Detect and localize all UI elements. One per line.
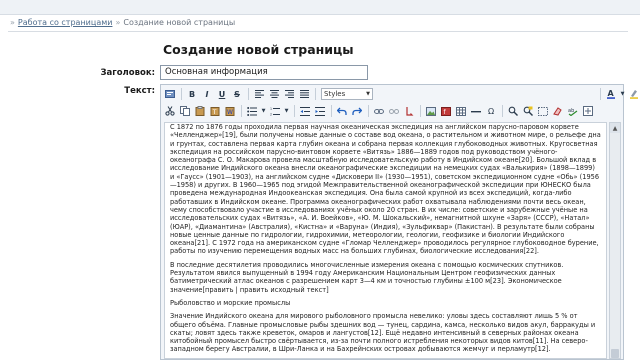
chevron-down-icon[interactable]: ▼	[260, 104, 267, 118]
toolbar-row-2: T W ▼ 12 ▼ f Ω ab	[163, 103, 596, 119]
toolbar-row-1: B I U S Styles ▼ A ▼ ▼	[163, 86, 640, 102]
select-all-icon[interactable]	[536, 104, 550, 118]
chevron-down-icon: ▼	[366, 91, 370, 97]
divider	[8, 31, 628, 32]
breadcrumb-separator: »	[115, 18, 121, 27]
toolbar-separator	[502, 105, 503, 117]
rich-text-editor: B I U S Styles ▼ A ▼ ▼ T W ▼ 12 ▼	[160, 84, 638, 360]
outdent-icon[interactable]	[298, 104, 312, 118]
editor-content[interactable]: С 1872 по 1876 годы проходила первая нау…	[164, 122, 607, 359]
highlight-icon[interactable]	[627, 87, 640, 101]
toolbar-separator	[315, 88, 316, 100]
toolbar-separator	[420, 105, 421, 117]
align-justify-icon[interactable]	[297, 87, 311, 101]
styles-select[interactable]: Styles ▼	[321, 88, 373, 100]
scrollbar-thumb[interactable]	[611, 349, 619, 358]
source-icon[interactable]	[163, 87, 177, 101]
toolbar-separator	[241, 105, 242, 117]
remove-format-icon[interactable]	[551, 104, 565, 118]
toolbar-separator	[368, 105, 369, 117]
toolbar-separator	[248, 88, 249, 100]
italic-icon[interactable]: I	[200, 87, 214, 101]
bold-icon[interactable]: B	[185, 87, 199, 101]
title-input[interactable]: Основная информация	[160, 65, 368, 80]
editor-paragraph: В последние десятилетия проводились мног…	[170, 260, 564, 294]
strikethrough-icon[interactable]: S	[230, 87, 244, 101]
editor-paragraph: Значение Индийского океана для мирового …	[170, 312, 596, 354]
page-title: Создание новой страницы	[163, 42, 354, 57]
link-icon[interactable]	[372, 104, 386, 118]
indent-icon[interactable]	[313, 104, 327, 118]
editor-scrollbar[interactable]: ▲	[609, 122, 621, 359]
breadcrumb-link[interactable]: Работа со страницами	[18, 18, 113, 27]
horizontal-rule-icon[interactable]	[469, 104, 483, 118]
paste-word-icon[interactable]: W	[223, 104, 237, 118]
unlink-icon[interactable]	[387, 104, 401, 118]
chevron-down-icon[interactable]: ▼	[619, 87, 626, 101]
text-color-icon[interactable]: A	[604, 87, 618, 101]
paste-text-icon[interactable]: T	[208, 104, 222, 118]
copy-icon[interactable]	[178, 104, 192, 118]
spellcheck-icon[interactable]: ab	[566, 104, 580, 118]
underline-icon[interactable]: U	[215, 87, 229, 101]
svg-text:2: 2	[270, 112, 272, 116]
align-left-icon[interactable]	[252, 87, 266, 101]
undo-icon[interactable]	[335, 104, 349, 118]
svg-text:W: W	[227, 109, 233, 116]
svg-text:1: 1	[270, 107, 272, 111]
flash-icon[interactable]: f	[439, 104, 453, 118]
image-icon[interactable]	[424, 104, 438, 118]
bulleted-list-icon[interactable]	[245, 104, 259, 118]
cut-icon[interactable]	[163, 104, 177, 118]
text-label: Текст:	[124, 86, 155, 96]
find-icon[interactable]	[506, 104, 520, 118]
breadcrumb: » Работа со страницами » Создание новой …	[10, 18, 235, 27]
breadcrumb-separator: »	[10, 18, 15, 27]
breadcrumb-current: Создание новой страницы	[123, 18, 236, 27]
toolbar-separator	[331, 105, 332, 117]
align-center-icon[interactable]	[267, 87, 281, 101]
editor-paragraph: С 1872 по 1876 годы проходила первая нау…	[170, 123, 601, 256]
special-char-icon[interactable]: Ω	[484, 104, 498, 118]
table-icon[interactable]	[454, 104, 468, 118]
styles-select-label: Styles	[324, 90, 346, 98]
toolbar-separator	[181, 88, 182, 100]
chevron-down-icon[interactable]: ▼	[283, 104, 290, 118]
numbered-list-icon[interactable]: 12	[268, 104, 282, 118]
svg-text:T: T	[212, 109, 217, 116]
redo-icon[interactable]	[350, 104, 364, 118]
svg-text:A: A	[608, 89, 615, 98]
scroll-up-icon[interactable]: ▲	[610, 123, 620, 133]
title-label: Заголовок:	[100, 68, 155, 78]
maximize-icon[interactable]	[581, 104, 595, 118]
editor-paragraph: Рыболовство и морские промыслы	[170, 298, 291, 307]
paste-icon[interactable]	[193, 104, 207, 118]
replace-icon[interactable]	[521, 104, 535, 118]
toolbar-separator	[600, 88, 601, 100]
top-band	[0, 0, 640, 15]
anchor-icon[interactable]	[402, 104, 416, 118]
toolbar-separator	[294, 105, 295, 117]
align-right-icon[interactable]	[282, 87, 296, 101]
